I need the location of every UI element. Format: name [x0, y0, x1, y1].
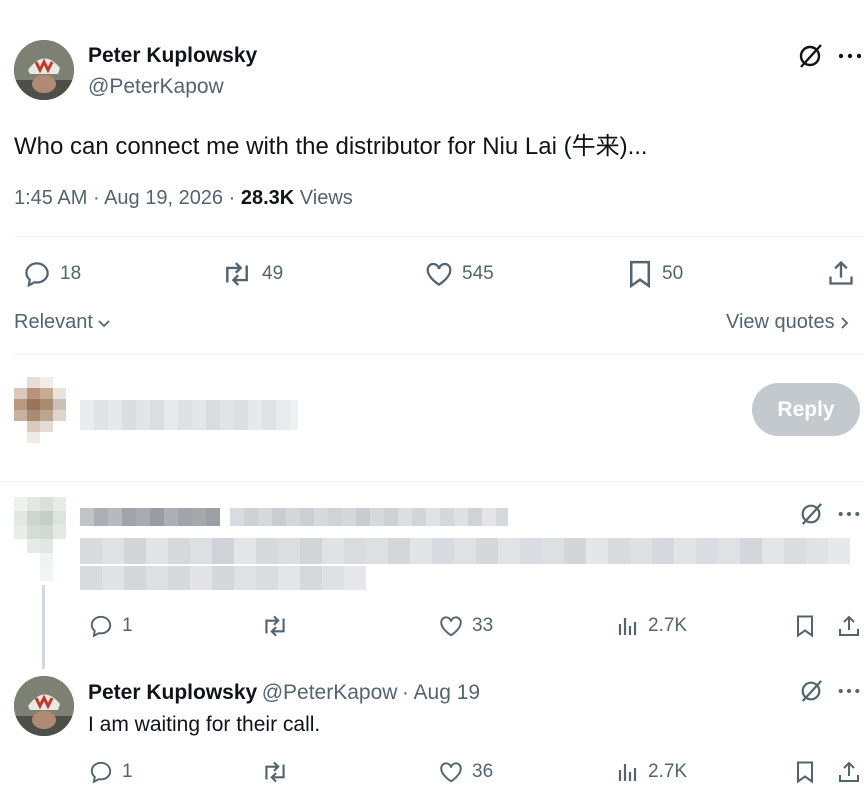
meta-separator: · — [223, 187, 241, 209]
bookmark-icon[interactable] — [792, 613, 818, 639]
tweet-meta: 1:45 AM · Aug 19, 2026 · 28.3K Views — [14, 187, 353, 210]
bookmark-action[interactable]: 50 — [626, 259, 683, 289]
reply-count: 1 — [122, 615, 133, 636]
bookmark-icon — [626, 259, 654, 289]
repost-icon — [260, 613, 290, 639]
more-icon[interactable] — [836, 678, 862, 704]
like-icon — [438, 613, 464, 639]
composer-input-blurred[interactable] — [80, 400, 298, 430]
share-icon[interactable] — [826, 258, 856, 288]
like-icon — [438, 759, 464, 785]
grok-icon[interactable] — [798, 678, 824, 704]
like-count: 33 — [472, 615, 494, 636]
grok-icon[interactable] — [798, 501, 824, 527]
sort-dropdown[interactable]: Relevant — [14, 311, 112, 334]
like-count: 36 — [472, 761, 494, 782]
tweet-text: Who can connect me with the distributor … — [14, 133, 648, 160]
views-label: Views — [299, 187, 353, 209]
author-avatar[interactable] — [14, 40, 74, 100]
like-count: 545 — [462, 263, 494, 284]
composer-avatar — [14, 377, 68, 443]
meta-separator: · — [87, 187, 105, 209]
tweet-time[interactable]: 1:45 AM — [14, 187, 87, 209]
share-icon[interactable] — [836, 759, 862, 785]
repost-action[interactable] — [260, 613, 298, 639]
more-icon[interactable] — [836, 501, 862, 527]
reply-action[interactable]: 18 — [22, 259, 81, 289]
views-icon — [616, 613, 640, 639]
more-icon[interactable] — [836, 42, 864, 70]
views-action[interactable]: 2.7K — [616, 613, 687, 639]
reply-button[interactable]: Reply — [752, 383, 860, 436]
view-quotes-link[interactable]: View quotes — [726, 311, 851, 334]
views-count: 28.3K — [240, 187, 295, 209]
reply-date[interactable]: · Aug 19 — [402, 681, 480, 704]
chevron-down-icon — [96, 315, 112, 331]
tweet-date[interactable]: Aug 19, 2026 — [104, 187, 223, 209]
reply-author-header: Peter Kuplowsky @PeterKapow · Aug 19 — [88, 681, 480, 705]
chevron-right-icon — [839, 315, 851, 331]
author-handle[interactable]: @PeterKapow — [88, 75, 224, 99]
author-name[interactable]: Peter Kuplowsky — [88, 44, 257, 68]
views-count: 2.7K — [648, 761, 688, 782]
grok-icon[interactable] — [796, 42, 824, 70]
bookmark-count: 50 — [662, 263, 684, 284]
reply-icon — [88, 759, 114, 785]
bookmark-icon[interactable] — [792, 759, 818, 785]
like-action[interactable]: 36 — [438, 759, 493, 785]
repost-action[interactable]: 49 — [220, 259, 283, 289]
share-icon[interactable] — [836, 613, 862, 639]
like-action[interactable]: 33 — [438, 613, 493, 639]
repost-count: 49 — [262, 263, 284, 284]
reply-count: 18 — [60, 263, 82, 284]
like-action[interactable]: 545 — [424, 259, 494, 289]
divider — [0, 481, 864, 482]
views-count: 2.7K — [648, 615, 688, 636]
repost-icon — [260, 759, 290, 785]
reply-author-name[interactable]: Peter Kuplowsky — [88, 681, 257, 704]
reply-author-avatar[interactable] — [14, 676, 74, 736]
view-quotes-label: View quotes — [726, 311, 835, 333]
like-icon — [424, 259, 454, 289]
reply-text: I am waiting for their call. — [88, 713, 321, 736]
reply-avatar-blurred[interactable] — [14, 497, 68, 583]
reply-count: 1 — [122, 761, 133, 782]
thread-line — [42, 585, 45, 669]
reply-text-blurred-line2 — [80, 566, 366, 590]
divider — [14, 236, 864, 237]
reply-icon — [88, 613, 114, 639]
views-icon — [616, 759, 640, 785]
repost-icon — [220, 259, 254, 289]
views-action[interactable]: 2.7K — [616, 759, 687, 785]
sort-label: Relevant — [14, 311, 93, 333]
reply-author-handle[interactable]: @PeterKapow — [262, 681, 398, 704]
reply-icon — [22, 259, 52, 289]
reply-header-blurred[interactable] — [80, 508, 512, 526]
reply-text-blurred-line1 — [80, 538, 850, 564]
reply-action[interactable]: 1 — [88, 759, 133, 785]
reply-action[interactable]: 1 — [88, 613, 133, 639]
repost-action[interactable] — [260, 759, 298, 785]
divider — [14, 354, 864, 355]
